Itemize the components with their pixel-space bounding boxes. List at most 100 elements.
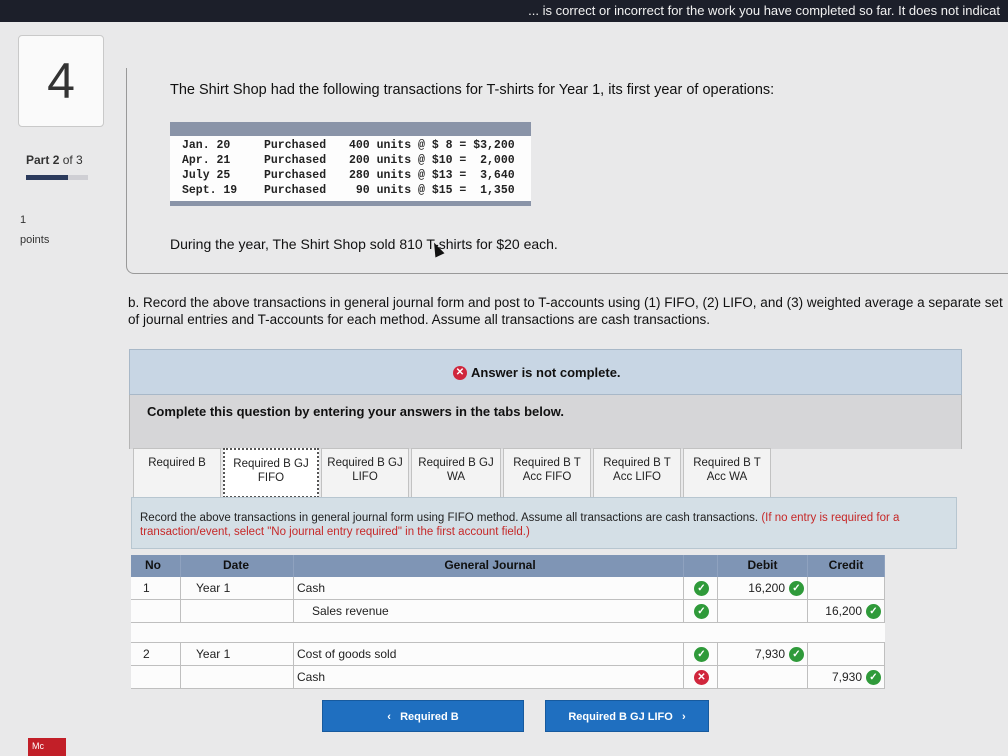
header-debit: Debit [718,555,808,577]
next-tab-button[interactable]: Required B GJ LIFO › [545,700,709,732]
part-prefix: Part [26,153,50,167]
credit-field[interactable]: 7,930 ✓ [808,666,885,688]
account-field[interactable]: Sales revenue [294,600,684,622]
prev-tab-label: Required B [400,711,459,723]
transaction-detail: 400 units @ $ 8 = $3,200 [349,139,515,152]
tab-required-b-gj-fifo[interactable]: Required B GJ FIFO [223,448,319,498]
debit-value: 16,200 [748,581,785,595]
check-icon: ✓ [789,647,804,662]
transaction-date: Apr. 21 [182,154,231,167]
header-credit: Credit [808,555,885,577]
check-icon: ✓ [694,604,709,619]
transaction-type: Purchased [264,169,327,182]
transactions-table: Jan. 20 Purchased 400 units @ $ 8 = $3,2… [170,122,531,206]
journal-header-row: No Date General Journal Debit Credit [131,555,885,577]
transaction-type: Purchased [264,139,327,152]
check-icon: ✓ [694,581,709,596]
transaction-row: Sept. 19 Purchased 90 units @ $15 = 1,35… [182,183,519,198]
points-label: points [20,234,50,246]
answer-status-text: Answer is not complete. [471,365,621,380]
account-status-cell: ✓ [684,600,718,622]
answer-status: ✕ Answer is not complete. [453,365,621,380]
header-no: No [131,555,181,577]
transaction-type: Purchased [264,154,327,167]
tab-required-b[interactable]: Required B [133,448,221,498]
transaction-type: Purchased [264,184,327,197]
credit-field[interactable]: 16,200 ✓ [808,600,885,622]
header-status [684,555,718,577]
account-field[interactable]: Cost of goods sold [294,643,684,665]
debit-value: 7,930 [754,647,785,661]
debit-field[interactable] [718,600,808,622]
complete-prompt: Complete this question by entering your … [147,404,565,419]
publisher-logo: Mc [28,738,66,756]
part-progress-bar [26,175,88,180]
tab-required-b-t-acc-wa[interactable]: Required B T Acc WA [683,448,771,498]
points-value: 1 [20,214,27,226]
instructions-main: Record the above transactions in general… [140,512,759,524]
tab-required-b-gj-wa[interactable]: Required B GJ WA [411,448,501,498]
part-indicator: Part 2 of 3 [26,153,83,167]
entry-date-field[interactable]: Year 1 [181,643,294,665]
transaction-detail: 200 units @ $10 = 2,000 [349,154,515,167]
tab-bar: Required B Required B GJ FIFO Required B… [133,448,773,498]
check-icon: ✓ [866,604,881,619]
journal-row: 2 Year 1 Cost of goods sold ✓ 7,930 ✓ [131,643,885,666]
transaction-detail: 90 units @ $15 = 1,350 [349,184,515,197]
entry-date-field[interactable] [181,600,294,622]
entry-number [131,600,181,622]
check-icon: ✓ [789,581,804,596]
account-field[interactable]: Cash [294,577,684,599]
question-number: 4 [18,35,104,127]
prev-tab-button[interactable]: ‹ Required B [322,700,524,732]
entry-number: 2 [131,643,181,665]
credit-value: 16,200 [825,604,862,618]
entry-number: 1 [131,577,181,599]
general-journal-table: No Date General Journal Debit Credit 1 Y… [131,555,885,689]
debit-field[interactable]: 7,930 ✓ [718,643,808,665]
credit-field[interactable] [808,643,885,665]
check-icon: ✓ [866,670,881,685]
entry-date-field[interactable] [181,666,294,688]
transaction-date: Sept. 19 [182,184,238,197]
part-progress-fill [26,175,68,180]
sales-statement: During the year, The Shirt Shop sold 810… [170,236,558,252]
account-field[interactable]: Cash [294,666,684,688]
debit-field[interactable] [718,666,808,688]
part-b-instructions: b. Record the above transactions in gene… [128,295,1003,327]
credit-value: 7,930 [831,670,862,684]
account-status-cell: ✓ [684,643,718,665]
x-icon: ✕ [694,670,709,685]
debit-field[interactable]: 16,200 ✓ [718,577,808,599]
account-status-cell: ✓ [684,577,718,599]
transaction-row: Jan. 20 Purchased 400 units @ $ 8 = $3,2… [182,138,519,153]
transaction-date: July 25 [182,169,231,182]
chevron-right-icon: › [682,711,686,723]
journal-spacer-row [131,623,885,643]
part-of: of 3 [62,153,83,167]
transaction-detail: 280 units @ $13 = 3,640 [349,169,515,182]
error-x-icon: ✕ [453,365,467,380]
chevron-left-icon: ‹ [387,711,391,723]
transaction-row: July 25 Purchased 280 units @ $13 = 3,64… [182,168,519,183]
part-number: 2 [52,153,60,167]
top-status-text: ... is correct or incorrect for the work… [528,3,1000,18]
journal-row: 1 Year 1 Cash ✓ 16,200 ✓ [131,577,885,600]
tab-required-b-gj-lifo[interactable]: Required B GJ LIFO [321,448,409,498]
check-icon: ✓ [694,647,709,662]
next-tab-label: Required B GJ LIFO [568,711,673,723]
tab-required-b-t-acc-lifo[interactable]: Required B T Acc LIFO [593,448,681,498]
credit-field[interactable] [808,577,885,599]
top-status-bar: ... is correct or incorrect for the work… [0,0,1008,22]
header-date: Date [181,555,294,577]
account-status-cell: ✕ [684,666,718,688]
question-intro: The Shirt Shop had the following transac… [170,82,775,98]
tab-instructions: Record the above transactions in general… [140,511,950,539]
transaction-date: Jan. 20 [182,139,231,152]
entry-number [131,666,181,688]
header-general-journal: General Journal [294,555,684,577]
entry-date-field[interactable]: Year 1 [181,577,294,599]
journal-row: Cash ✕ 7,930 ✓ [131,666,885,689]
tab-required-b-t-acc-fifo[interactable]: Required B T Acc FIFO [503,448,591,498]
transaction-row: Apr. 21 Purchased 200 units @ $10 = 2,00… [182,153,519,168]
